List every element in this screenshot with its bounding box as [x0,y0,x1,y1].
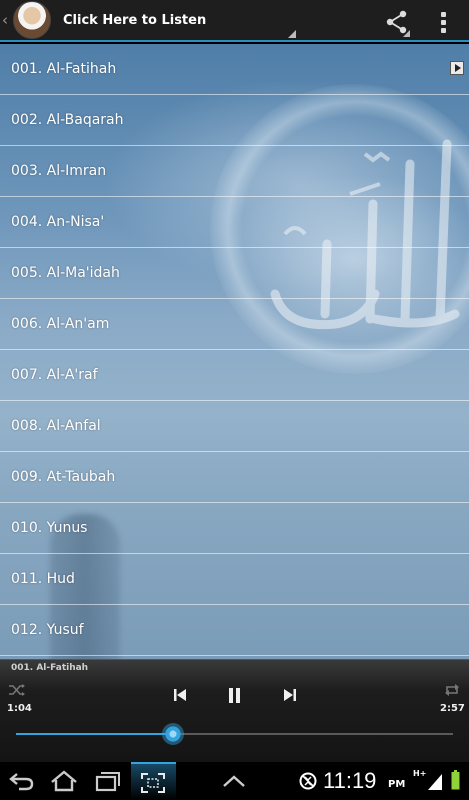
total-time: 2:57 [440,703,465,714]
next-track-icon[interactable] [283,688,297,702]
menu-up-icon[interactable] [221,770,247,792]
system-bar: 11:19 PM H+ [0,762,469,800]
sura-label: 011. Hud [11,571,75,587]
share-dropdown-corner-icon [403,30,410,37]
list-item[interactable]: 007. Al-A'raf [0,350,469,401]
list-item[interactable]: 012. Yusuf [0,605,469,656]
battery-icon [451,770,460,790]
signal-strength-icon [428,774,442,790]
list-item[interactable]: 008. Al-Anfal [0,401,469,452]
sura-label: 009. At-Taubah [11,469,116,485]
list-item[interactable]: 003. Al-Imran [0,146,469,197]
elapsed-time: 1:04 [7,703,32,714]
audio-player: 001. Al-Fatihah 1:04 2:57 [0,659,469,763]
back-icon[interactable] [9,770,35,792]
sura-label: 012. Yusuf [11,622,84,638]
spinner-corner-icon [288,30,296,38]
sura-label: 007. Al-A'raf [11,367,98,383]
shuffle-icon[interactable] [9,683,25,697]
home-icon[interactable] [49,770,79,792]
clock: 11:19 [323,768,377,793]
sura-label: 003. Al-Imran [11,163,107,179]
list-item[interactable]: 010. Yunus [0,503,469,554]
list-item[interactable]: 009. At-Taubah [0,452,469,503]
sura-label: 004. An-Nisa' [11,214,105,230]
screenshot-icon [141,773,165,793]
list-item[interactable]: 002. Al-Baqarah [0,95,469,146]
action-bar: ‹ Click Here to Listen [0,0,469,42]
recent-apps-icon[interactable] [94,770,122,792]
clock-ampm: PM [388,779,406,790]
sync-disabled-icon [299,772,317,790]
sura-list-container: 001. Al-Fatihah 002. Al-Baqarah 003. Al-Im… [0,44,469,659]
overflow-menu-icon[interactable] [434,9,454,35]
list-item[interactable]: 006. Al-An'am [0,299,469,350]
sura-label: 001. Al-Fatihah [11,61,117,77]
list-item[interactable]: 005. Al-Ma'idah [0,248,469,299]
seek-bar-thumb[interactable] [162,723,185,745]
network-type: H+ [413,769,427,778]
now-playing-title: 001. Al-Fatihah [11,663,89,673]
seek-bar[interactable] [16,723,453,745]
list-item[interactable]: 001. Al-Fatihah [0,44,469,95]
reciter-avatar[interactable] [13,1,51,39]
chevron-left-icon[interactable]: ‹ [2,11,12,29]
now-playing-icon [450,61,464,75]
screenshot-button[interactable] [131,762,176,800]
list-item[interactable]: 004. An-Nisa' [0,197,469,248]
list-item[interactable]: 011. Hud [0,554,469,605]
sura-label: 002. Al-Baqarah [11,112,124,128]
pause-icon[interactable] [227,688,242,703]
sura-label: 006. Al-An'am [11,316,110,332]
repeat-icon[interactable] [444,683,460,697]
seek-bar-progress [16,733,174,735]
sura-label: 010. Yunus [11,520,88,536]
sura-list: 001. Al-Fatihah 002. Al-Baqarah 003. Al-Im… [0,44,469,656]
sura-label: 005. Al-Ma'idah [11,265,120,281]
sura-label: 008. Al-Anfal [11,418,101,434]
previous-track-icon[interactable] [173,688,187,702]
page-title[interactable]: Click Here to Listen [63,13,206,28]
